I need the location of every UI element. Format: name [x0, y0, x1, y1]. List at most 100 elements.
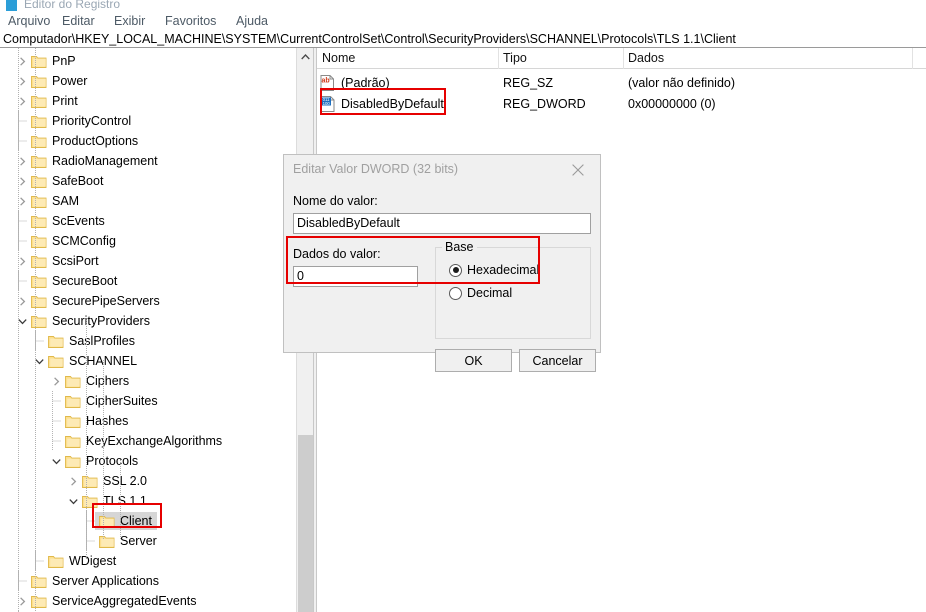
chevron-right-icon[interactable] — [14, 253, 30, 269]
tree-guide-line — [103, 360, 104, 540]
radio-dot-icon — [449, 286, 462, 300]
chevron-right-icon[interactable] — [14, 73, 30, 89]
table-row[interactable]: 011 100 DisabledByDefault REG_DWORD 0x00… — [317, 94, 926, 115]
tree-connector — [31, 331, 47, 351]
svg-text:100: 100 — [323, 101, 331, 106]
tree-item-wdigest[interactable]: WDigest — [0, 551, 296, 571]
address-bar[interactable]: Computador\HKEY_LOCAL_MACHINE\SYSTEM\Cur… — [0, 31, 926, 48]
ok-button[interactable]: OK — [435, 349, 512, 372]
value-name: DisabledByDefault — [341, 97, 444, 111]
tree-item-securityproviders[interactable]: SecurityProviders — [0, 311, 296, 331]
tree-item-scsiport[interactable]: ScsiPort — [0, 251, 296, 271]
folder-icon — [31, 254, 47, 268]
tree-item-securepipeservers[interactable]: SecurePipeServers — [0, 291, 296, 311]
registry-editor-window: Editor do Registro Arquivo Editar Exibir… — [0, 0, 926, 612]
chevron-up-icon[interactable] — [297, 48, 313, 65]
tree-connector — [14, 111, 30, 131]
tree-item-scmconfig[interactable]: SCMConfig — [0, 231, 296, 251]
tree-item-server[interactable]: Server — [0, 531, 296, 551]
tree-item-power[interactable]: Power — [0, 71, 296, 91]
folder-icon — [31, 294, 47, 308]
tree-guide-line — [18, 48, 19, 612]
registry-editor-icon — [6, 0, 17, 11]
menu-item-arquivo[interactable]: Arquivo — [6, 13, 52, 29]
tree-item-ssl-2-0[interactable]: SSL 2.0 — [0, 471, 296, 491]
tree-item-protocols[interactable]: Protocols — [0, 451, 296, 471]
svg-text:ab: ab — [322, 78, 330, 85]
tree-item-label: SecurePipeServers — [52, 294, 160, 308]
title-bar: Editor do Registro — [0, 0, 926, 12]
edit-dword-dialog: Editar Valor DWORD (32 bits) Nome do val… — [283, 154, 601, 372]
chevron-down-icon[interactable] — [31, 353, 47, 369]
folder-icon — [99, 534, 115, 548]
column-divider[interactable] — [498, 48, 499, 69]
chevron-right-icon[interactable] — [14, 93, 30, 109]
chevron-right-icon[interactable] — [65, 473, 81, 489]
value-data-label: Dados do valor: — [293, 247, 381, 261]
value-name-input[interactable]: DisabledByDefault — [293, 213, 591, 234]
menu-item-exibir[interactable]: Exibir — [112, 13, 147, 29]
chevron-right-icon[interactable] — [14, 193, 30, 209]
chevron-right-icon[interactable] — [14, 593, 30, 609]
folder-icon — [31, 194, 47, 208]
tree-item-label: ScsiPort — [52, 254, 99, 268]
tree-item-client[interactable]: Client — [0, 511, 296, 531]
chevron-right-icon[interactable] — [14, 173, 30, 189]
column-divider[interactable] — [912, 48, 913, 69]
tree-item-label: Protocols — [86, 454, 139, 468]
tree-item-ciphers[interactable]: Ciphers — [0, 371, 296, 391]
tree-item-keyexchangealgorithms[interactable]: KeyExchangeAlgorithms — [0, 431, 296, 451]
tree-item-label: Server Applications — [52, 574, 160, 588]
menu-item-ajuda[interactable]: Ajuda — [234, 13, 270, 29]
tree-item-radiomanagement[interactable]: RadioManagement — [0, 151, 296, 171]
menu-item-editar[interactable]: Editar — [60, 13, 97, 29]
tree-item-secureboot[interactable]: SecureBoot — [0, 271, 296, 291]
tree-item-label: PnP — [52, 54, 76, 68]
column-header-dados[interactable]: Dados — [628, 50, 664, 67]
tree-item-serviceaggregatedevents[interactable]: ServiceAggregatedEvents — [0, 591, 296, 611]
close-icon[interactable] — [556, 155, 600, 184]
tree-item-label: ServiceAggregatedEvents — [52, 594, 197, 608]
tree-item-scevents[interactable]: ScEvents — [0, 211, 296, 231]
column-header-tipo[interactable]: Tipo — [503, 50, 527, 67]
chevron-right-icon[interactable] — [48, 373, 64, 389]
folder-icon — [31, 74, 47, 88]
tree-item-prioritycontrol[interactable]: PriorityControl — [0, 111, 296, 131]
chevron-right-icon[interactable] — [14, 53, 30, 69]
tree-scrollbar-thumb[interactable] — [298, 435, 313, 612]
cancel-button[interactable]: Cancelar — [519, 349, 596, 372]
tree-item-safeboot[interactable]: SafeBoot — [0, 171, 296, 191]
radio-decimal[interactable]: Decimal — [449, 286, 512, 300]
folder-icon — [31, 274, 47, 288]
tree-item-productoptions[interactable]: ProductOptions — [0, 131, 296, 151]
menu-item-favoritos[interactable]: Favoritos — [163, 13, 218, 29]
tree-item-ciphersuites[interactable]: CipherSuites — [0, 391, 296, 411]
folder-icon — [48, 354, 64, 368]
tree-item-print[interactable]: Print — [0, 91, 296, 111]
tree-item-server-applications[interactable]: Server Applications — [0, 571, 296, 591]
tree-item-hashes[interactable]: Hashes — [0, 411, 296, 431]
tree-item-label: Ciphers — [86, 374, 130, 388]
chevron-right-icon[interactable] — [14, 153, 30, 169]
tree-item-pnp[interactable]: PnP — [0, 51, 296, 71]
value-type: REG_DWORD — [503, 97, 586, 111]
chevron-right-icon[interactable] — [14, 293, 30, 309]
chevron-down-icon[interactable] — [48, 453, 64, 469]
dialog-body: Nome do valor: DisabledByDefault Dados d… — [284, 185, 600, 372]
tree-item-saslprofiles[interactable]: SaslProfiles — [0, 331, 296, 351]
tree-item-label: SSL 2.0 — [103, 474, 148, 488]
value-data-input[interactable]: 0 — [293, 266, 418, 287]
radio-decimal-label: Decimal — [467, 286, 513, 300]
column-header-nome[interactable]: Nome — [322, 50, 355, 67]
column-divider[interactable] — [623, 48, 624, 69]
tree-item-schannel[interactable]: SCHANNEL — [0, 351, 296, 371]
chevron-down-icon[interactable] — [14, 313, 30, 329]
tree-item-tls-1-1[interactable]: TLS 1.1 — [0, 491, 296, 511]
tree-item-sam[interactable]: SAM — [0, 191, 296, 211]
registry-key-tree[interactable]: PnP Power Print PriorityControl ProductOptio… — [0, 48, 296, 612]
tree-item-label: SCMConfig — [52, 234, 116, 248]
table-row[interactable]: ab (Padrão) REG_SZ (valor não definido) — [317, 73, 926, 94]
chevron-down-icon[interactable] — [65, 493, 81, 509]
folder-icon — [65, 374, 81, 388]
radio-hexadecimal[interactable]: Hexadecimal — [449, 263, 539, 277]
